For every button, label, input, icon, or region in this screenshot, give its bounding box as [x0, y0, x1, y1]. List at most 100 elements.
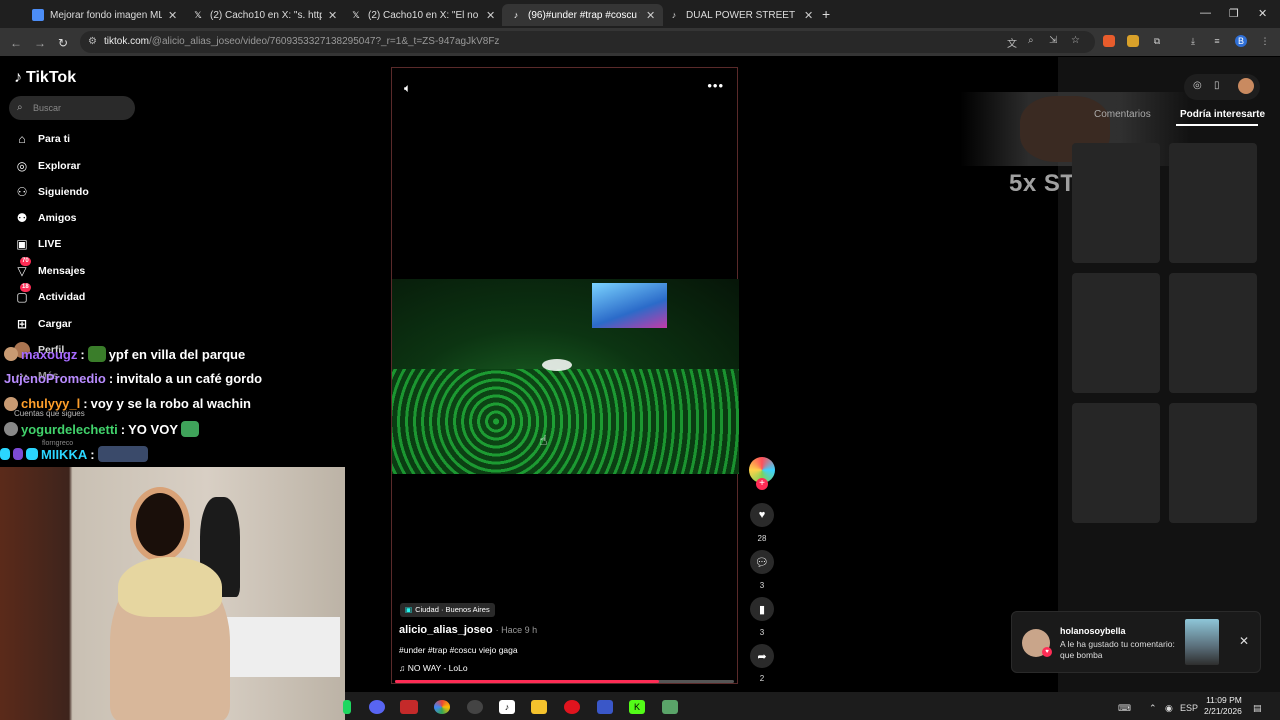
nav-item-amigos[interactable]: ⚉ Amigos: [14, 208, 77, 228]
related-video-thumb[interactable]: [1072, 403, 1160, 523]
video-frame[interactable]: [392, 279, 739, 474]
related-video-thumb[interactable]: [1072, 273, 1160, 393]
close-tab-icon[interactable]: ✕: [646, 9, 655, 22]
network-icon[interactable]: ◉: [1165, 703, 1173, 714]
tab-1[interactable]: Mejorar fondo imagen ML ✕: [24, 4, 185, 26]
tab-5[interactable]: ♪ DUAL POWER STREET (@dualp ✕: [660, 4, 821, 26]
messages-icon: ▽ 70: [17, 257, 31, 278]
tray-chevron-icon[interactable]: ⌃: [1149, 703, 1157, 714]
device-icon[interactable]: ▯: [1214, 80, 1220, 91]
related-video-thumb[interactable]: [1072, 143, 1160, 263]
extensions-puzzle-icon[interactable]: ⧉: [1151, 35, 1163, 47]
profile-avatar-icon[interactable]: B: [1235, 35, 1247, 47]
kebab-menu-icon[interactable]: ⋮: [1259, 35, 1271, 47]
doc-favicon-icon: [32, 9, 44, 21]
extension-icon[interactable]: [1127, 35, 1139, 47]
tab-4-active[interactable]: ♪ (96)#under #trap #coscu viejo g ✕: [502, 4, 664, 26]
music-note-icon: ♫: [399, 663, 406, 673]
app-icon[interactable]: [400, 700, 418, 714]
more-options-icon[interactable]: •••: [707, 78, 724, 93]
compass-icon[interactable]: ◎: [1193, 80, 1202, 91]
video-player[interactable]: 🔈︎ ••• ☝ ▣ Ciudad · Buenos Aires alicio_a…: [391, 67, 739, 684]
close-icon[interactable]: ✕: [1239, 634, 1249, 648]
download-icon[interactable]: ⤓: [1187, 35, 1199, 47]
related-video-thumb[interactable]: [1169, 143, 1257, 263]
webcam-feed: [0, 467, 345, 720]
user-avatar-icon[interactable]: [1238, 78, 1254, 94]
tab-2[interactable]: 𝕏 (2) Cacho10 en X: "s. https://t.co ✕: [184, 4, 345, 26]
nav-label: Para ti: [38, 133, 71, 145]
translate-icon[interactable]: 文: [1007, 35, 1017, 50]
screen: Mejorar fondo imagen ML ✕ 𝕏 (2) Cacho10 …: [0, 0, 1280, 720]
nav-item-live[interactable]: ▣ LIVE: [14, 234, 61, 254]
nav-label: LIVE: [38, 238, 62, 250]
comment-button[interactable]: 💬︎: [750, 550, 774, 574]
search-input[interactable]: ⌕ Buscar: [9, 96, 135, 120]
taskbar-clock[interactable]: 11:09 PM 2/21/2026: [1204, 695, 1242, 717]
restore-icon[interactable]: ❐: [1229, 7, 1239, 20]
chat-separator: :: [108, 371, 114, 386]
close-tab-icon[interactable]: ✕: [328, 9, 337, 22]
author-name[interactable]: alicio_alias_joseo: [399, 624, 493, 636]
volume-icon[interactable]: 🔈︎: [404, 81, 411, 96]
reload-icon[interactable]: ↻: [58, 36, 68, 50]
nav-item-mensajes[interactable]: ▽ 70 Mensajes: [14, 257, 85, 281]
spotify-icon[interactable]: [343, 700, 351, 714]
zoom-icon[interactable]: ⌕: [1028, 35, 1034, 46]
folder-icon[interactable]: [531, 700, 547, 714]
reading-list-icon[interactable]: ≡: [1211, 35, 1223, 47]
new-tab-icon[interactable]: +: [822, 6, 830, 22]
video-hashtags[interactable]: #under #trap #coscu viejo gaga: [399, 645, 518, 655]
obs-icon[interactable]: [467, 700, 483, 714]
follow-plus-icon[interactable]: +: [756, 478, 768, 490]
chat-line: yogurdelechetti : YO VOY: [4, 421, 199, 437]
close-tab-icon[interactable]: ✕: [486, 9, 495, 22]
nav-item-siguiendo[interactable]: ⚇ Siguiendo: [14, 182, 89, 202]
nav-item-explorar[interactable]: ◎ Explorar: [14, 156, 81, 176]
tab-comments[interactable]: Comentarios: [1094, 109, 1151, 120]
location-tag[interactable]: ▣ Ciudad · Buenos Aires: [400, 603, 495, 617]
heart-badge-icon: ♥: [1042, 647, 1052, 657]
video-author[interactable]: alicio_alias_joseo · Hace 9 h: [399, 624, 537, 636]
forward-icon[interactable]: →: [34, 36, 46, 50]
windows-taskbar: [345, 692, 1280, 720]
chrome-icon[interactable]: [434, 700, 450, 714]
save-button[interactable]: ▮: [750, 597, 774, 621]
minimize-icon[interactable]: —: [1200, 7, 1211, 19]
kick-icon[interactable]: K: [629, 700, 645, 714]
nav-item-para-ti[interactable]: ⌂ Para ti: [14, 129, 70, 149]
opera-icon[interactable]: [564, 700, 580, 714]
extension-icon[interactable]: [1103, 35, 1115, 47]
notification-toast[interactable]: ♥ holanosoybella A le ha gustado tu come…: [1011, 611, 1261, 673]
address-bar[interactable]: ⚙ tiktok.com/@alicio_alias_joseo/video/7…: [80, 31, 1095, 53]
x-logo-icon: 𝕏: [352, 9, 360, 20]
close-window-icon[interactable]: ✕: [1258, 7, 1267, 20]
install-icon[interactable]: ⇲: [1049, 35, 1057, 46]
bookmark-star-icon[interactable]: ☆: [1071, 35, 1080, 46]
notifications-icon[interactable]: ▤: [1253, 703, 1262, 714]
site-info-icon[interactable]: ⚙: [88, 31, 97, 53]
close-tab-icon[interactable]: ✕: [804, 9, 813, 22]
video-music[interactable]: ♫ NO WAY - LoLo: [399, 663, 468, 673]
related-video-thumb[interactable]: [1169, 403, 1257, 523]
related-video-thumb[interactable]: [1169, 273, 1257, 393]
language-indicator[interactable]: ESP: [1180, 703, 1198, 713]
app-icon[interactable]: [597, 700, 613, 714]
tab-related[interactable]: Podría interesarte: [1180, 109, 1265, 120]
like-button[interactable]: ♥: [750, 503, 774, 527]
tiktok-logo[interactable]: ♪ TikTok: [14, 69, 76, 87]
keyboard-icon[interactable]: ⌨: [1118, 703, 1131, 714]
close-tab-icon[interactable]: ✕: [168, 9, 177, 22]
video-progress-bar[interactable]: [395, 680, 734, 683]
discord-icon[interactable]: [369, 700, 385, 714]
back-icon[interactable]: ←: [10, 36, 22, 50]
user-badge-icon: [4, 396, 18, 411]
nav-item-cargar[interactable]: ⊞ Cargar: [14, 314, 72, 334]
nav-item-actividad[interactable]: ▢ 18 Actividad: [14, 283, 85, 307]
app-icon[interactable]: [662, 700, 678, 714]
notification-thumbnail: [1185, 619, 1219, 665]
app-icon[interactable]: ♪: [499, 700, 515, 714]
share-button[interactable]: ➦: [750, 644, 774, 668]
tab-3[interactable]: 𝕏 (2) Cacho10 en X: "El no perdió ✕: [342, 4, 503, 26]
active-tab-indicator: [1176, 124, 1258, 126]
